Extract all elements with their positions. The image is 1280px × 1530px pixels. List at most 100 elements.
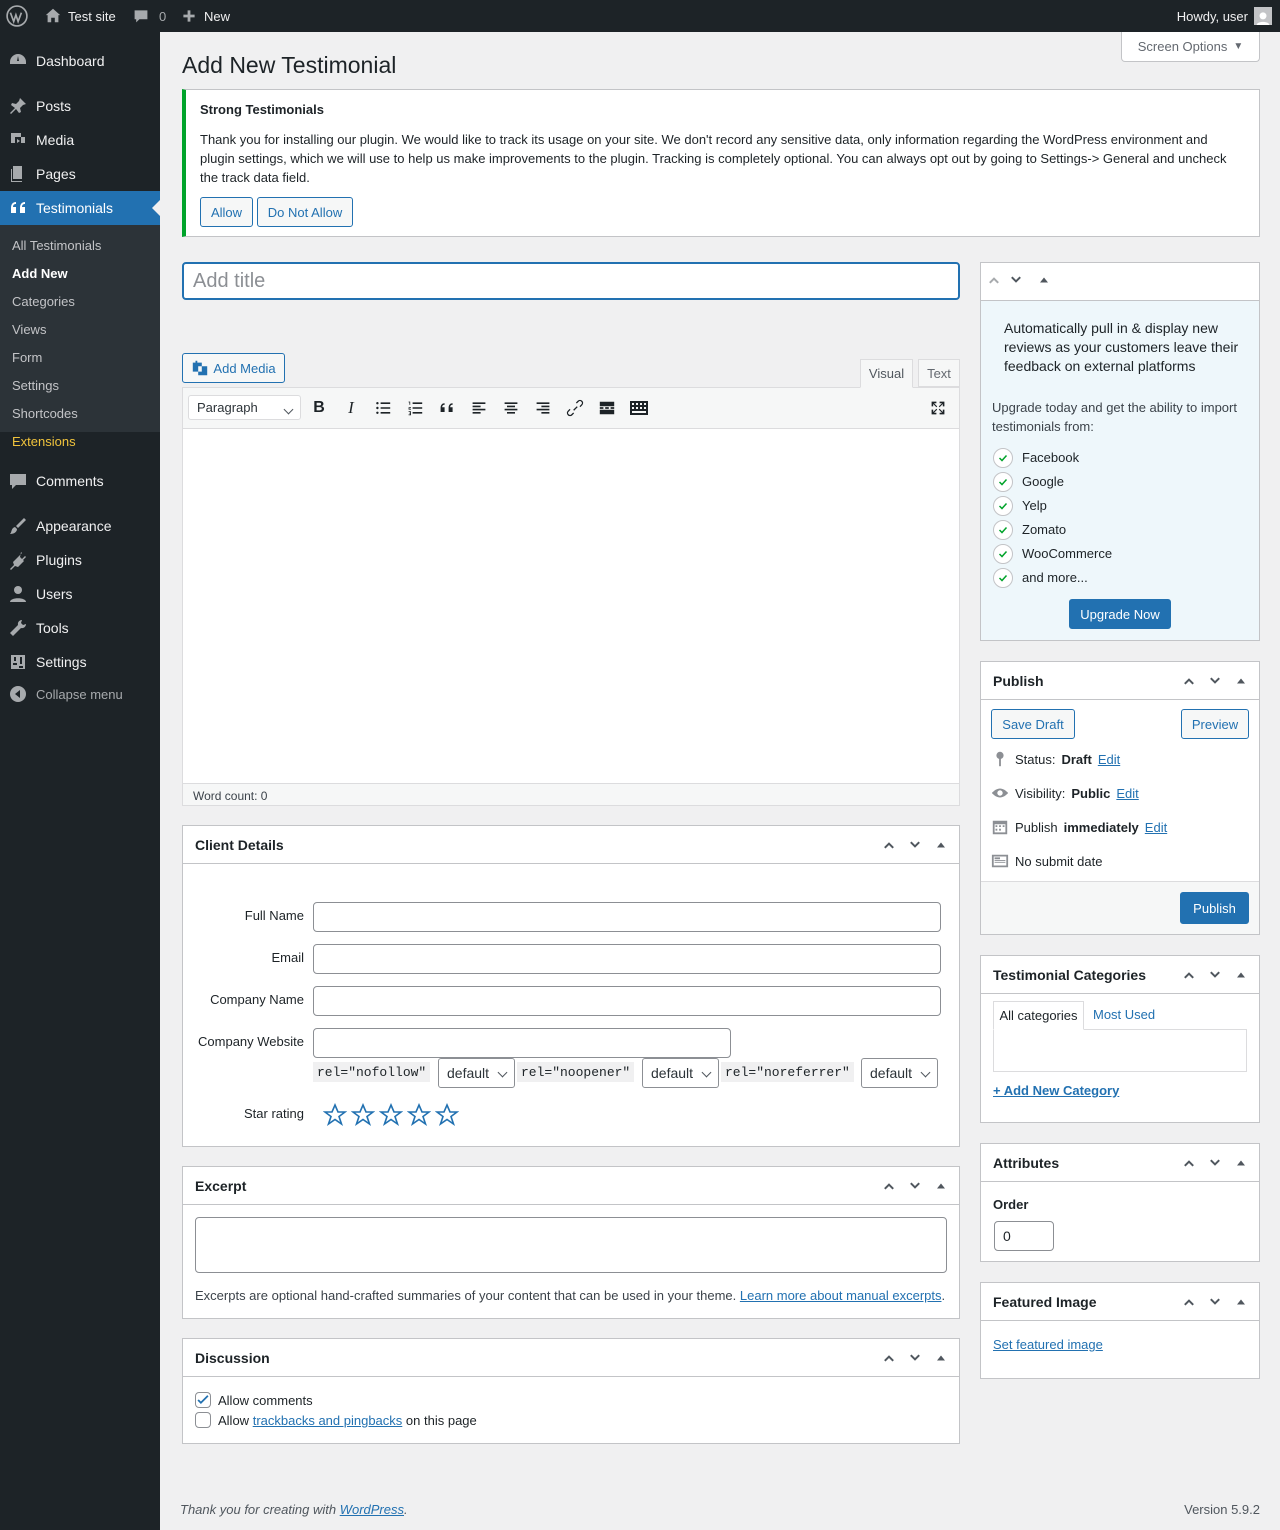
move-down-icon[interactable]: [905, 1176, 925, 1196]
move-up-icon[interactable]: [1179, 1153, 1199, 1173]
bold-button[interactable]: B: [307, 396, 331, 420]
read-more-button[interactable]: [595, 396, 619, 420]
fullscreen-button[interactable]: [926, 396, 950, 420]
comments-link[interactable]: 0: [133, 0, 166, 32]
star-icon[interactable]: [323, 1103, 347, 1127]
submenu-categories[interactable]: Categories: [12, 294, 75, 309]
move-down-icon[interactable]: [905, 1348, 925, 1368]
allow-trackbacks-checkbox[interactable]: [195, 1412, 211, 1428]
allow-comments-checkbox[interactable]: [195, 1392, 211, 1408]
menu-posts[interactable]: Posts: [0, 89, 160, 123]
toggle-panel-icon[interactable]: [1231, 671, 1251, 691]
menu-collapse[interactable]: Collapse menu: [0, 677, 160, 711]
toggle-panel-icon[interactable]: [931, 835, 951, 855]
screen-options-button[interactable]: Screen Options ▼: [1121, 32, 1260, 62]
tab-text[interactable]: Text: [918, 359, 960, 387]
toggle-panel-icon[interactable]: [1039, 275, 1049, 285]
learn-more-excerpts-link[interactable]: Learn more about manual excerpts: [740, 1288, 942, 1303]
submenu-shortcodes[interactable]: Shortcodes: [12, 406, 78, 421]
move-up-icon[interactable]: [1179, 1292, 1199, 1312]
star-icon[interactable]: [379, 1103, 403, 1127]
submenu-settings[interactable]: Settings: [12, 378, 59, 393]
add-media-button[interactable]: Add Media: [182, 353, 285, 383]
menu-comments[interactable]: Comments: [0, 464, 160, 498]
submenu-views[interactable]: Views: [12, 322, 46, 337]
nofollow-select[interactable]: default: [438, 1058, 515, 1088]
menu-media[interactable]: Media: [0, 123, 160, 157]
tab-most-used[interactable]: Most Used: [1093, 1007, 1155, 1022]
menu-plugins[interactable]: Plugins: [0, 543, 160, 577]
upgrade-now-button[interactable]: Upgrade Now: [1069, 599, 1171, 629]
menu-users[interactable]: Users: [0, 577, 160, 611]
add-new-category-link[interactable]: + Add New Category: [993, 1083, 1119, 1098]
blockquote-button[interactable]: [435, 396, 459, 420]
align-left-button[interactable]: [467, 396, 491, 420]
new-content-link[interactable]: New: [182, 0, 230, 32]
do-not-allow-button[interactable]: Do Not Allow: [257, 197, 353, 227]
toggle-panel-icon[interactable]: [931, 1176, 951, 1196]
publish-button[interactable]: Publish: [1180, 892, 1249, 924]
menu-pages[interactable]: Pages: [0, 157, 160, 191]
submenu-all-testimonials[interactable]: All Testimonials: [12, 238, 101, 253]
menu-appearance[interactable]: Appearance: [0, 509, 160, 543]
company-website-input[interactable]: [313, 1028, 731, 1058]
tab-all-categories[interactable]: All categories: [993, 1001, 1084, 1030]
star-icon[interactable]: [435, 1103, 459, 1127]
move-down-icon[interactable]: [1205, 1292, 1225, 1312]
star-icon[interactable]: [351, 1103, 375, 1127]
menu-testimonials[interactable]: Testimonials: [0, 191, 160, 225]
format-select[interactable]: Paragraph: [188, 395, 301, 420]
menu-tools[interactable]: Tools: [0, 611, 160, 645]
wordpress-logo-icon[interactable]: [6, 0, 28, 32]
edit-schedule-link[interactable]: Edit: [1145, 820, 1167, 835]
preview-button[interactable]: Preview: [1181, 709, 1249, 739]
my-account-link[interactable]: Howdy, user: [1177, 0, 1272, 32]
edit-visibility-link[interactable]: Edit: [1116, 786, 1138, 801]
tab-visual[interactable]: Visual: [860, 359, 913, 388]
align-right-button[interactable]: [531, 396, 555, 420]
star-icon[interactable]: [407, 1103, 431, 1127]
bullet-list-button[interactable]: [371, 396, 395, 420]
move-down-icon[interactable]: [1009, 273, 1023, 287]
allow-button[interactable]: Allow: [200, 197, 253, 227]
toggle-panel-icon[interactable]: [931, 1348, 951, 1368]
align-center-button[interactable]: [499, 396, 523, 420]
menu-dashboard[interactable]: Dashboard: [0, 44, 160, 78]
move-up-icon[interactable]: [879, 1176, 899, 1196]
order-input[interactable]: 0: [994, 1221, 1054, 1251]
menu-settings[interactable]: Settings: [0, 645, 160, 679]
insert-link-button[interactable]: [563, 396, 587, 420]
noreferrer-select[interactable]: default: [861, 1058, 938, 1088]
set-featured-image-link[interactable]: Set featured image: [993, 1337, 1103, 1352]
title-input[interactable]: Add title: [182, 262, 960, 300]
italic-button[interactable]: I: [339, 396, 363, 420]
move-up-icon[interactable]: [879, 1348, 899, 1368]
move-down-icon[interactable]: [1205, 671, 1225, 691]
move-up-icon[interactable]: [879, 835, 899, 855]
numbered-list-button[interactable]: [403, 396, 427, 420]
trackbacks-link[interactable]: trackbacks and pingbacks: [253, 1413, 403, 1428]
edit-status-link[interactable]: Edit: [1098, 752, 1120, 767]
save-draft-button[interactable]: Save Draft: [991, 709, 1075, 739]
wordpress-link[interactable]: WordPress: [340, 1502, 404, 1517]
email-input[interactable]: [313, 944, 941, 974]
toggle-panel-icon[interactable]: [1231, 1292, 1251, 1312]
submenu-form[interactable]: Form: [12, 350, 42, 365]
move-down-icon[interactable]: [905, 835, 925, 855]
move-up-icon[interactable]: [1179, 671, 1199, 691]
add-media-icon: [193, 360, 208, 376]
submenu-add-new[interactable]: Add New: [12, 266, 68, 281]
move-up-icon[interactable]: [1179, 965, 1199, 985]
toggle-panel-icon[interactable]: [1231, 1153, 1251, 1173]
noopener-select[interactable]: default: [642, 1058, 719, 1088]
site-name-link[interactable]: Test site: [44, 0, 116, 32]
toolbar-toggle-button[interactable]: [627, 396, 651, 420]
move-down-icon[interactable]: [1205, 1153, 1225, 1173]
excerpt-textarea[interactable]: [195, 1217, 947, 1273]
company-name-input[interactable]: [313, 986, 941, 1016]
full-name-input[interactable]: [313, 902, 941, 932]
submenu-extensions[interactable]: Extensions: [12, 434, 76, 449]
toggle-panel-icon[interactable]: [1231, 965, 1251, 985]
move-down-icon[interactable]: [1205, 965, 1225, 985]
move-up-icon[interactable]: [987, 273, 1001, 287]
